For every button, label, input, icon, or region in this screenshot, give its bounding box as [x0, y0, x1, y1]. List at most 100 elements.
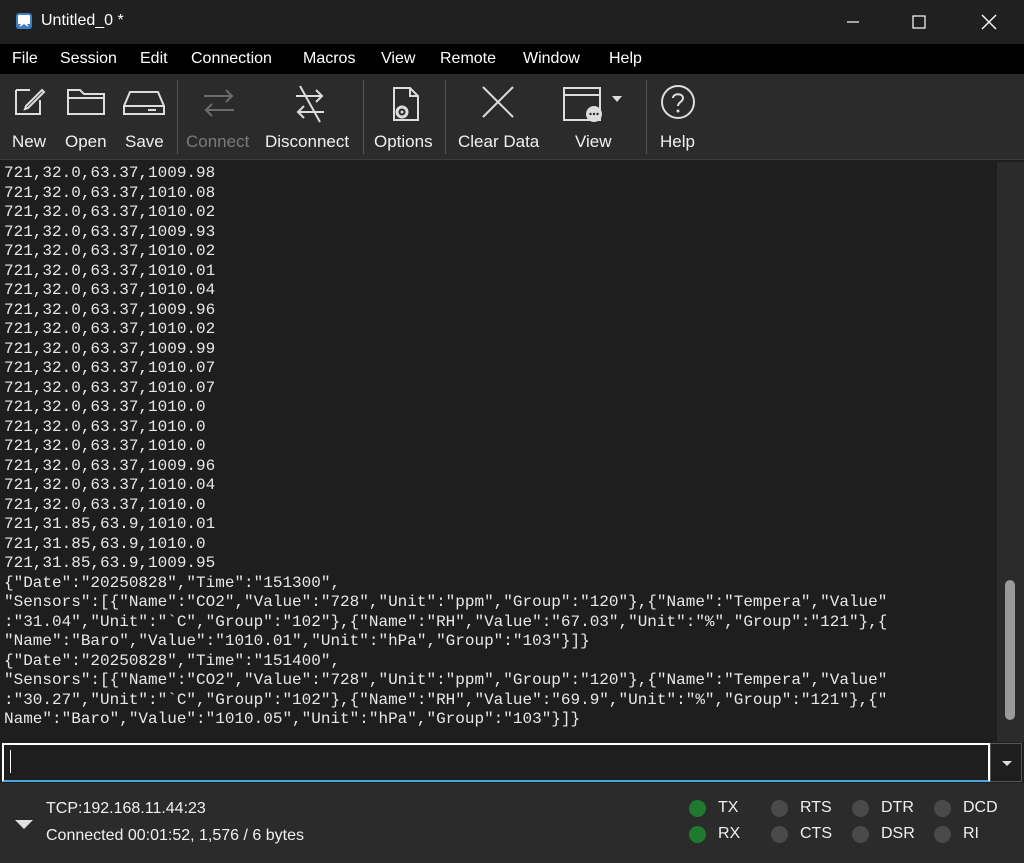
terminal-line: 721,32.0,63.37,1010.07	[4, 359, 216, 377]
clear-data-button[interactable]: Clear Data	[450, 74, 546, 160]
open-label: Open	[65, 132, 107, 151]
disconnect-icon	[296, 85, 324, 123]
terminal-line: 721,32.0,63.37,1010.01	[4, 261, 216, 280]
help-button[interactable]: Help	[650, 74, 706, 160]
menu-view[interactable]: View	[381, 50, 415, 68]
connect-label: Connect	[186, 132, 250, 151]
help-label: Help	[660, 132, 695, 151]
view-button[interactable]: View	[552, 74, 638, 160]
options-icon	[393, 87, 419, 121]
help-icon	[661, 85, 695, 119]
led-label: RI	[963, 825, 979, 842]
send-history-dropdown[interactable]	[990, 743, 1022, 782]
terminal-line: 721,32.0,63.37,1010.08	[4, 183, 216, 202]
view-label: View	[575, 132, 612, 151]
connect-button[interactable]: Connect	[180, 74, 260, 160]
menu-window[interactable]: Window	[523, 50, 580, 68]
minimize-button[interactable]	[818, 0, 888, 44]
led-indicator	[689, 799, 706, 817]
clear-data-label: Clear Data	[458, 132, 540, 151]
led-rts: RTS	[771, 799, 832, 817]
view-window-icon	[563, 87, 622, 122]
maximize-icon	[912, 15, 926, 29]
menu-session[interactable]: Session	[60, 50, 117, 68]
toolbar-separator	[646, 80, 647, 154]
terminal-line: 721,32.0,63.37,1010.0	[4, 398, 206, 416]
vertical-scrollbar[interactable]	[997, 162, 1024, 742]
led-label: DSR	[881, 825, 915, 842]
terminal-line: 721,32.0,63.37,1010.0	[4, 495, 206, 514]
led-rx: RX	[689, 825, 740, 843]
terminal-line: 721,32.0,63.37,1010.0	[4, 437, 206, 455]
led-label: DTR	[881, 799, 914, 816]
led-indicator	[771, 825, 788, 843]
menu-remote[interactable]: Remote	[440, 50, 496, 68]
terminal-line: Name":"Baro","Value":"1010.05","Unit":"h…	[4, 710, 581, 728]
menu-file[interactable]: File	[12, 50, 38, 68]
terminal-line: 721,32.0,63.37,1009.93	[4, 222, 216, 241]
led-dsr: DSR	[852, 825, 915, 843]
terminal-line: :"30.27","Unit":"`C","Group":"102"},{"Na…	[4, 690, 888, 709]
led-label: RX	[718, 825, 741, 842]
led-cts: CTS	[771, 825, 832, 843]
send-input[interactable]	[2, 743, 990, 782]
disconnect-button[interactable]: Disconnect	[262, 74, 360, 160]
folder-open-icon	[67, 89, 105, 115]
status-bar: TCP:192.168.11.44:23 Connected 00:01:52,…	[0, 783, 1024, 863]
chevron-down-icon	[1002, 761, 1012, 766]
disconnect-label: Disconnect	[265, 132, 350, 151]
terminal-line: 721,31.85,63.9,1010.01	[4, 515, 216, 533]
toolbar: New Open Save Connect Disconnect Options…	[0, 74, 1024, 160]
maximize-button[interactable]	[884, 0, 954, 44]
connection-detail: Connected 00:01:52, 1,576 / 6 bytes	[46, 827, 304, 844]
led-dcd: DCD	[934, 799, 998, 817]
title-bar: Untitled_0 *	[0, 0, 1024, 44]
terminal-line: "Sensors":[{"Name":"CO2","Value":"728","…	[4, 671, 888, 689]
options-label: Options	[374, 132, 433, 151]
terminal-line: 721,32.0,63.37,1009.96	[4, 456, 216, 475]
menu-macros[interactable]: Macros	[303, 50, 355, 68]
terminal-line: 721,32.0,63.37,1010.07	[4, 378, 216, 397]
led-label: DCD	[963, 799, 998, 816]
led-tx: TX	[689, 799, 738, 817]
connect-icon	[204, 89, 234, 117]
close-button[interactable]	[954, 0, 1024, 44]
options-button[interactable]: Options	[366, 74, 442, 160]
terminal-line: :"31.04","Unit":"`C","Group":"102"},{"Na…	[4, 612, 888, 631]
text-caret	[10, 750, 11, 773]
terminal-line: 721,32.0,63.37,1010.04	[4, 281, 216, 299]
led-indicator	[934, 825, 951, 843]
close-icon	[981, 14, 997, 30]
terminal-line: "Name":"Baro","Value":"1010.01","Unit":"…	[4, 632, 590, 650]
expand-caret-icon[interactable]	[14, 819, 34, 831]
led-ri: RI	[934, 825, 979, 843]
open-button[interactable]: Open	[60, 74, 116, 160]
terminal-output[interactable]: 721,32.0,63.37,1009.98 721,32.0,63.37,10…	[0, 162, 997, 742]
new-button[interactable]: New	[0, 74, 58, 160]
save-button[interactable]: Save	[118, 74, 174, 160]
menu-connection[interactable]: Connection	[191, 50, 272, 68]
save-label: Save	[125, 132, 164, 151]
connection-address: TCP:192.168.11.44:23	[46, 800, 206, 817]
led-indicator	[934, 799, 951, 817]
new-icon	[15, 88, 46, 115]
led-label: RTS	[800, 799, 832, 816]
toolbar-separator	[363, 80, 364, 154]
led-indicator	[852, 825, 869, 843]
terminal-line: 721,32.0,63.37,1010.02	[4, 242, 216, 260]
new-label: New	[12, 132, 47, 151]
toolbar-separator	[445, 80, 446, 154]
terminal-line: 721,32.0,63.37,1010.0	[4, 417, 206, 436]
menu-bar: File Session Edit Connection Macros View…	[0, 44, 1024, 74]
terminal-line: {"Date":"20250828","Time":"151300",	[4, 573, 341, 592]
scrollbar-thumb[interactable]	[1005, 580, 1015, 720]
window-title: Untitled_0 *	[41, 12, 124, 29]
led-indicator	[771, 799, 788, 817]
menu-help[interactable]: Help	[609, 50, 642, 68]
terminal-line: 721,32.0,63.37,1010.02	[4, 203, 216, 221]
app-icon	[16, 13, 32, 29]
terminal-line: "Sensors":[{"Name":"CO2","Value":"728","…	[4, 593, 888, 611]
save-drive-icon	[123, 91, 165, 115]
terminal-line: 721,32.0,63.37,1009.98	[4, 164, 216, 182]
menu-edit[interactable]: Edit	[140, 50, 168, 68]
